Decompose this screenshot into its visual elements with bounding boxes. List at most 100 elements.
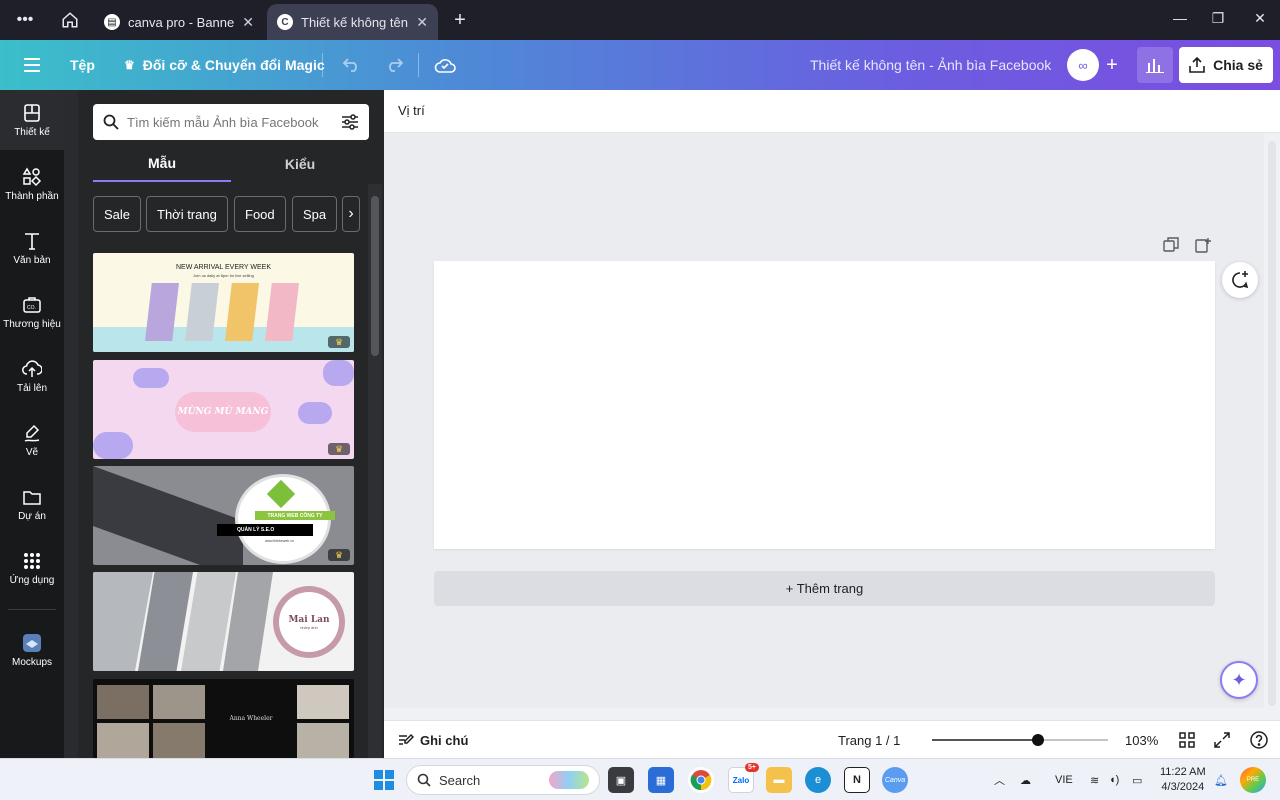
magic-resize-label: Đối cỡ & Chuyển đổi Magic	[142, 57, 325, 73]
browser-tab-1[interactable]: ▤ canva pro - Banner... ✕	[94, 4, 264, 40]
rail-item-text[interactable]: Văn bản	[0, 218, 64, 278]
filter-icon[interactable]	[341, 113, 359, 131]
wifi-icon[interactable]: ≋	[1090, 759, 1099, 800]
template-card[interactable]: NEW ARRIVAL EVERY WEEK Join us daily at …	[93, 253, 354, 352]
add-page-button[interactable]: + Thêm trang	[434, 571, 1215, 606]
chevron-right-icon[interactable]: ›	[342, 196, 360, 232]
photo-tile	[97, 685, 149, 719]
page-indicator[interactable]: Trang 1 / 1	[838, 721, 900, 759]
canvas-horizontal-scrollbar[interactable]	[384, 708, 1264, 720]
battery-icon[interactable]: ▭	[1132, 759, 1142, 800]
template-card[interactable]: Anna Wheeler	[93, 679, 354, 758]
analytics-button[interactable]	[1137, 47, 1173, 83]
template-search-input[interactable]	[127, 114, 333, 130]
rail-item-mockups[interactable]: Mockups	[0, 620, 64, 680]
zoom-slider[interactable]	[932, 734, 1108, 746]
magic-assistant-button[interactable]: ✦	[1220, 661, 1258, 699]
copilot-icon[interactable]: PRE	[1240, 767, 1266, 793]
notes-button[interactable]: Ghi chú	[398, 721, 468, 759]
rail-item-uploads[interactable]: Tải lên	[0, 346, 64, 406]
avatar[interactable]: ∞	[1067, 49, 1099, 81]
zoom-level[interactable]: 103%	[1125, 721, 1158, 759]
tab-templates[interactable]: Mẫu	[93, 146, 231, 182]
close-tab-icon[interactable]: ✕	[416, 14, 428, 31]
magic-resize-button[interactable]: ♛ Đối cỡ & Chuyển đổi Magic	[124, 40, 325, 90]
cloud-shape	[298, 402, 332, 424]
badge-center: Mai Lan nhiếp ảnh	[279, 592, 339, 652]
canva-app-icon[interactable]: Canva	[882, 767, 908, 793]
notion-icon[interactable]: N	[844, 767, 870, 793]
input-language[interactable]: VIE	[1055, 759, 1073, 800]
chip-spa[interactable]: Spa	[292, 196, 338, 232]
template-search-box[interactable]	[93, 104, 369, 140]
rail-item-projects[interactable]: Dự án	[0, 474, 64, 534]
rail-scrollbar[interactable]	[64, 90, 78, 758]
add-comment-button[interactable]	[1222, 262, 1258, 298]
windows-start-icon[interactable]	[371, 767, 397, 793]
os-taskbar: Search ▣ ▦ Zalo 5+ ▬ e N Canva ︿ ☁ VIE ≋…	[0, 758, 1280, 800]
close-window-icon[interactable]: ✕	[1250, 10, 1270, 27]
tab-styles[interactable]: Kiểu	[231, 146, 369, 182]
chip-sale[interactable]: Sale	[93, 196, 142, 232]
template-card[interactable]: Mai Lan nhiếp ảnh	[93, 572, 354, 671]
template-title: NEW ARRIVAL EVERY WEEK	[175, 264, 272, 271]
system-clock[interactable]: 11:22 AM 4/3/2024	[1160, 765, 1206, 795]
rail-item-elements[interactable]: Thành phần	[0, 154, 64, 214]
zalo-icon[interactable]: Zalo 5+	[728, 763, 759, 793]
cloud-sync-icon[interactable]	[433, 53, 457, 77]
edge-icon[interactable]: e	[805, 767, 831, 793]
shapes-icon	[22, 167, 42, 186]
scrollbar-thumb[interactable]	[1268, 141, 1276, 706]
comment-plus-icon	[1232, 271, 1249, 289]
invite-plus-icon[interactable]: +	[1100, 53, 1124, 77]
document-title[interactable]: Thiết kế không tên - Ảnh bìa Facebook	[810, 40, 1051, 90]
position-button[interactable]: Vị trí	[398, 103, 425, 118]
canvas-area: + Thêm trang ✦	[384, 133, 1280, 720]
premium-crown-icon: ♛	[328, 443, 350, 455]
file-explorer-icon[interactable]: ▬	[766, 767, 792, 793]
onedrive-cloud-icon[interactable]: ☁	[1020, 759, 1031, 800]
upload-share-icon	[1189, 57, 1205, 73]
browser-tab-2[interactable]: C Thiết kế không tên... ✕	[267, 4, 438, 40]
maximize-icon[interactable]: ❐	[1208, 10, 1228, 27]
template-card[interactable]: MỪNG MÙ MANG ♛	[93, 360, 354, 459]
add-page-icon[interactable]	[1195, 237, 1211, 253]
photo-tile	[97, 723, 149, 758]
rail-item-design[interactable]: Thiết kế	[0, 90, 64, 150]
template-title: MỪNG MÙ MANG	[175, 392, 271, 432]
rail-item-apps[interactable]: Ứng dụng	[0, 538, 64, 598]
close-tab-icon[interactable]: ✕	[242, 14, 254, 31]
redo-icon[interactable]	[382, 53, 406, 77]
help-icon[interactable]	[1250, 721, 1268, 759]
chevron-up-icon[interactable]: ︿	[994, 759, 1005, 800]
duplicate-page-icon[interactable]	[1163, 237, 1179, 253]
store-icon[interactable]: ▦	[648, 767, 674, 793]
chip-fashion[interactable]: Thời trang	[146, 196, 228, 232]
chrome-icon[interactable]	[688, 767, 714, 793]
notification-bell-icon[interactable]: 🔔︎	[1214, 759, 1228, 800]
panel-scrollbar[interactable]	[368, 184, 382, 758]
file-menu-button[interactable]: Tệp	[70, 40, 95, 90]
cloud-shape	[93, 432, 133, 459]
task-view-icon[interactable]: ▣	[608, 767, 634, 793]
more-menu-icon[interactable]: •••	[13, 8, 37, 32]
new-tab-icon[interactable]: +	[448, 8, 472, 32]
zoom-slider-knob[interactable]	[1031, 734, 1044, 746]
scrollbar-thumb[interactable]	[371, 196, 379, 356]
design-page[interactable]	[434, 261, 1215, 549]
minimize-icon[interactable]: —	[1170, 10, 1190, 26]
taskbar-search-box[interactable]: Search	[406, 765, 600, 795]
grid-view-icon[interactable]	[1179, 721, 1195, 759]
volume-icon[interactable]: ◖)	[1109, 759, 1119, 800]
canvas-vertical-scrollbar[interactable]	[1264, 133, 1280, 720]
chip-food[interactable]: Food	[234, 196, 286, 232]
share-button[interactable]: Chia sẻ	[1179, 47, 1273, 83]
fullscreen-icon[interactable]	[1214, 721, 1230, 759]
notes-icon	[399, 733, 414, 745]
rail-item-brand[interactable]: CO. Thương hiệu	[0, 282, 64, 342]
hamburger-menu-icon[interactable]	[20, 53, 44, 77]
template-card[interactable]: TRANG WEB CÔNG TY QUẢN LÝ S.E.O www.thie…	[93, 466, 354, 565]
undo-icon[interactable]	[340, 53, 364, 77]
rail-item-draw[interactable]: Vẽ	[0, 410, 64, 470]
home-icon[interactable]	[58, 8, 82, 32]
